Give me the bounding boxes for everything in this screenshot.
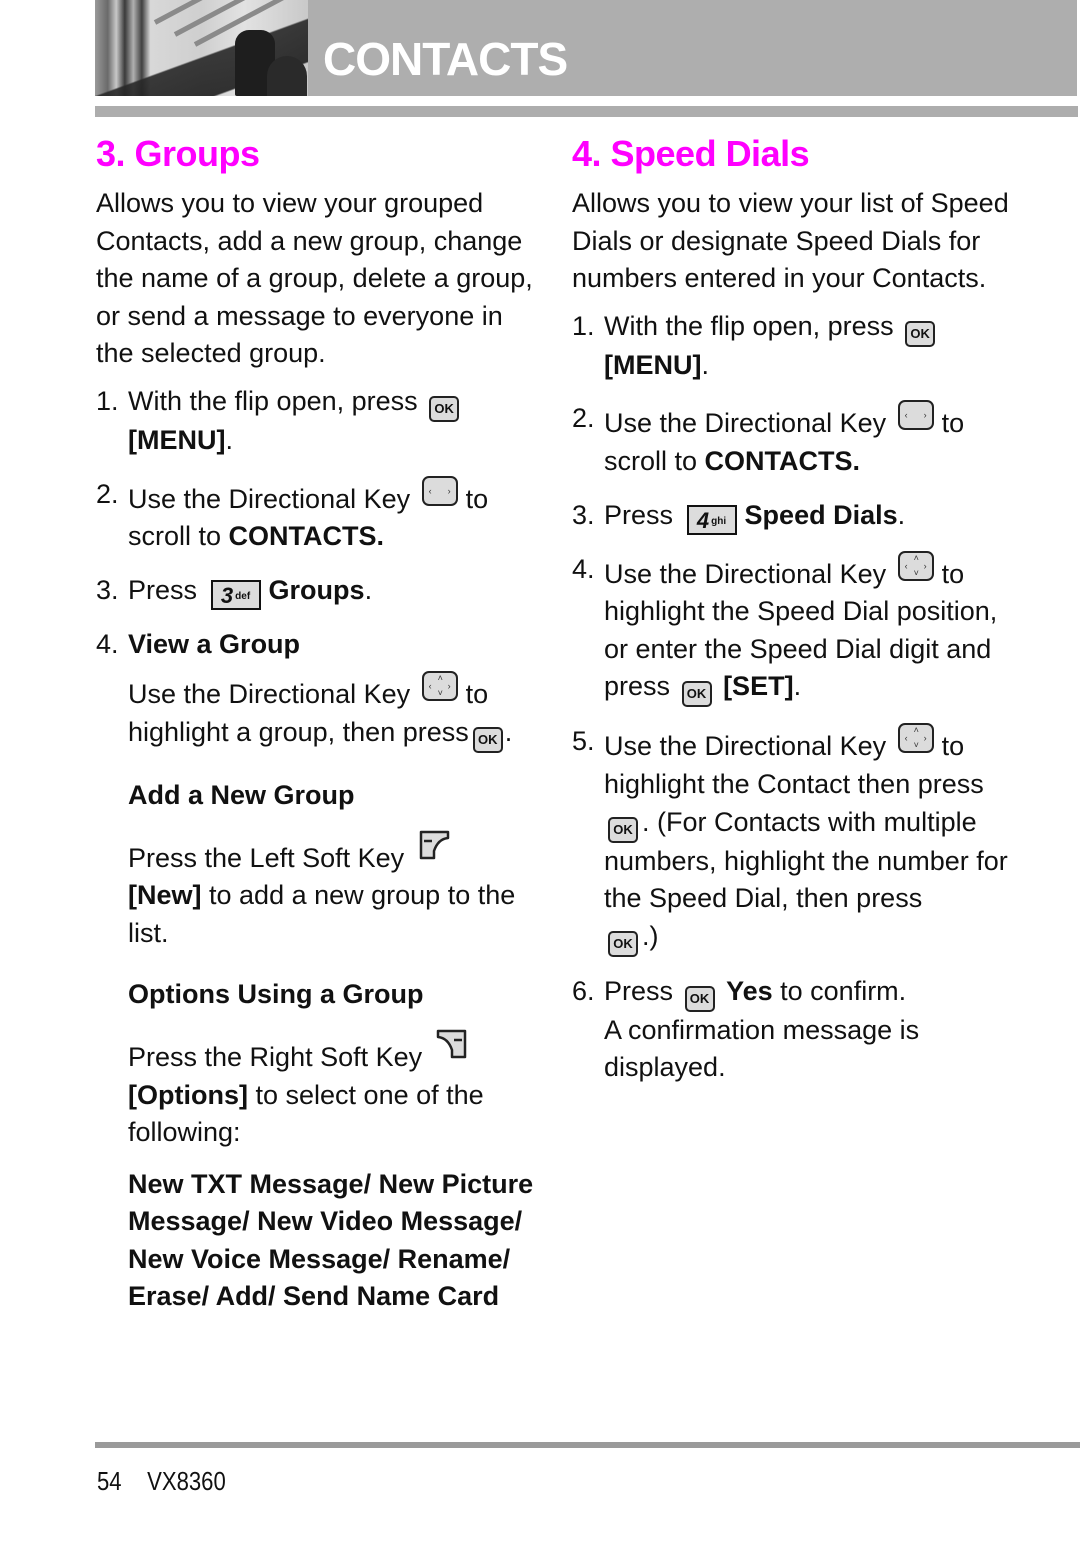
step-5: 5. Use the Directional Key ˄ ‹ › ˅ to highli… <box>572 723 1012 957</box>
ok-key-icon: OK <box>905 320 936 347</box>
step-3: 3. Press 3 def Groups. <box>96 574 373 610</box>
add-group-text: Press the Left Soft Key [New] to add a n… <box>96 829 536 953</box>
directional-key-left-right-icon: ‹ › <box>897 400 934 431</box>
key-4-ghi-icon: 4 ghi <box>686 504 737 535</box>
ok-key-icon: OK <box>681 681 712 708</box>
options-list: New TXT Message/ New Picture Message/ Ne… <box>128 1168 534 1312</box>
section-heading: 4. Speed Dials <box>572 133 810 174</box>
header-divider <box>95 106 1078 117</box>
right-soft-key-icon <box>436 1029 466 1059</box>
page-footer: 54 VX8360 <box>97 1466 226 1497</box>
directional-key-icon: ˄ ‹ › ˅ <box>897 550 934 581</box>
key-3-def-icon: 3 def <box>210 579 261 610</box>
section-intro: Allows you to view your grouped Contacts… <box>96 188 533 369</box>
speed-dials-section: 4. Speed Dials Allows you to view your l… <box>572 132 1012 1103</box>
directional-key-left-right-icon: ‹ › <box>421 475 458 506</box>
directional-key-icon: ˄ ‹ › ˅ <box>421 671 458 702</box>
ok-key-icon: OK <box>684 985 715 1012</box>
ok-key-icon: OK <box>472 726 503 753</box>
step-2: 2. Use the Directional Key ‹ › to scroll t… <box>96 475 536 556</box>
step-1: 1. With the flip open, press OK [MENU]. <box>572 308 1012 385</box>
section-intro: Allows you to view your list of Speed Di… <box>572 188 1009 294</box>
step-4: 4. Use the Directional Key ˄ ‹ › ˅ to highli… <box>572 550 1012 708</box>
section-heading: 3. Groups <box>96 133 260 174</box>
add-group-heading: Add a New Group <box>128 779 355 810</box>
left-soft-key-icon <box>419 830 449 859</box>
directional-key-icon: ˄ ‹ › ˅ <box>897 723 934 754</box>
step-4: 4. View a Group <box>96 628 301 659</box>
step-1: 1. With the flip open, press OK [MENU]. <box>96 383 536 460</box>
ok-key-icon: OK <box>608 816 638 843</box>
view-group-text: Use the Directional Key ˄ ‹ › ˅ to highlight… <box>96 671 536 753</box>
chapter-title: CONTACTS <box>323 33 568 85</box>
ok-key-icon: OK <box>429 395 460 422</box>
ok-key-icon: OK <box>608 930 638 957</box>
groups-section: 3. Groups Allows you to view your groupe… <box>96 132 536 1330</box>
chapter-header: CONTACTS <box>95 0 1077 96</box>
options-heading: Options Using a Group <box>128 979 424 1010</box>
page-number: 54 <box>97 1466 122 1496</box>
person-on-staircase-photo <box>95 0 308 96</box>
model-name: VX8360 <box>147 1466 226 1496</box>
step-6: 6. Press OK Yes to confirm. A confirmati… <box>572 975 920 1083</box>
step-2: 2. Use the Directional Key ‹ › to scroll t… <box>572 400 1012 480</box>
step-3: 3. Press 4 ghi Speed Dials. <box>572 499 906 535</box>
footer-divider <box>95 1442 1080 1448</box>
options-text: Press the Right Soft Key [Options] to se… <box>96 1028 536 1152</box>
